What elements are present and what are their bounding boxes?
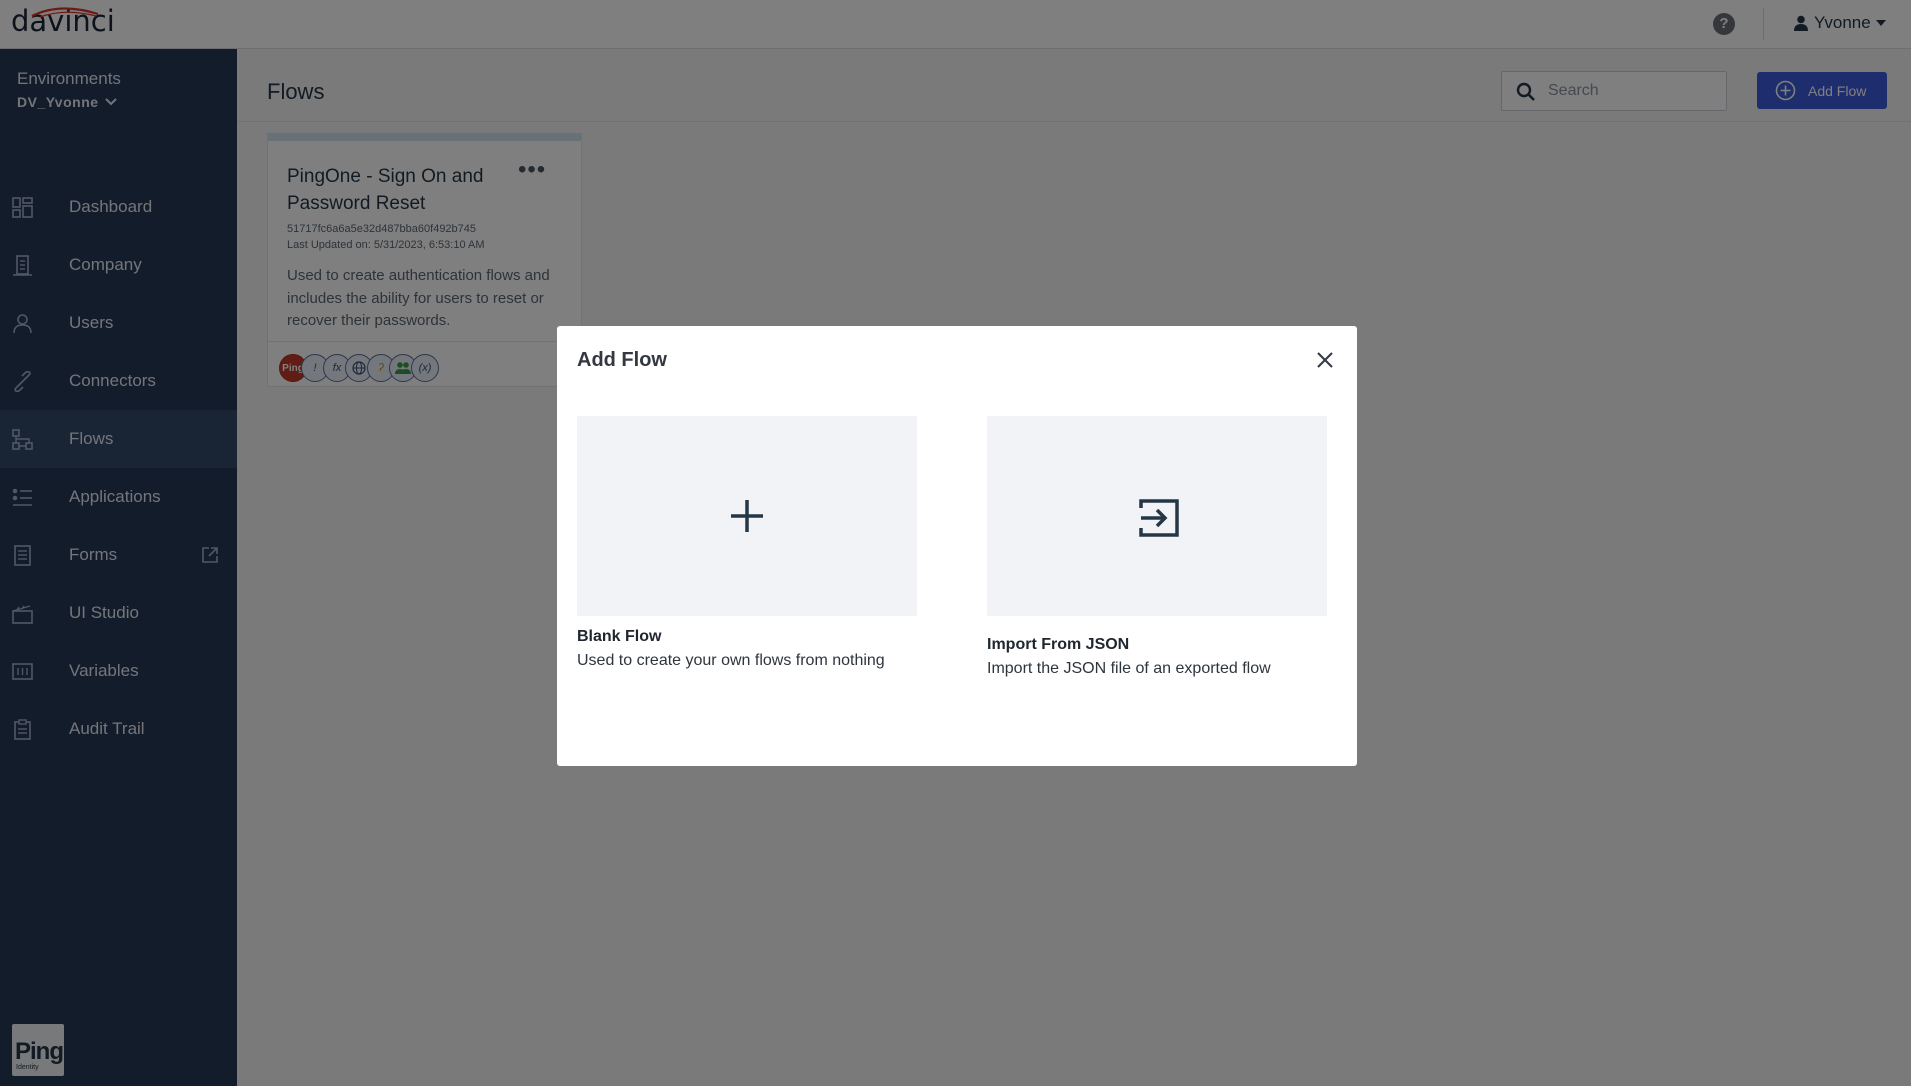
- add-flow-modal: Add Flow Blank Flow Used to create your …: [557, 326, 1357, 766]
- import-json-option[interactable]: [987, 416, 1327, 616]
- import-json-description: Import the JSON file of an exported flow: [987, 660, 1271, 677]
- import-icon: [1139, 499, 1179, 537]
- import-json-title[interactable]: Import From JSON: [987, 636, 1129, 654]
- blank-flow-title[interactable]: Blank Flow: [577, 628, 661, 646]
- plus-icon: [731, 500, 763, 532]
- modal-title: Add Flow: [577, 349, 667, 371]
- blank-flow-description: Used to create your own flows from nothi…: [577, 652, 885, 669]
- close-icon[interactable]: [1315, 350, 1335, 370]
- blank-flow-option[interactable]: [577, 416, 917, 616]
